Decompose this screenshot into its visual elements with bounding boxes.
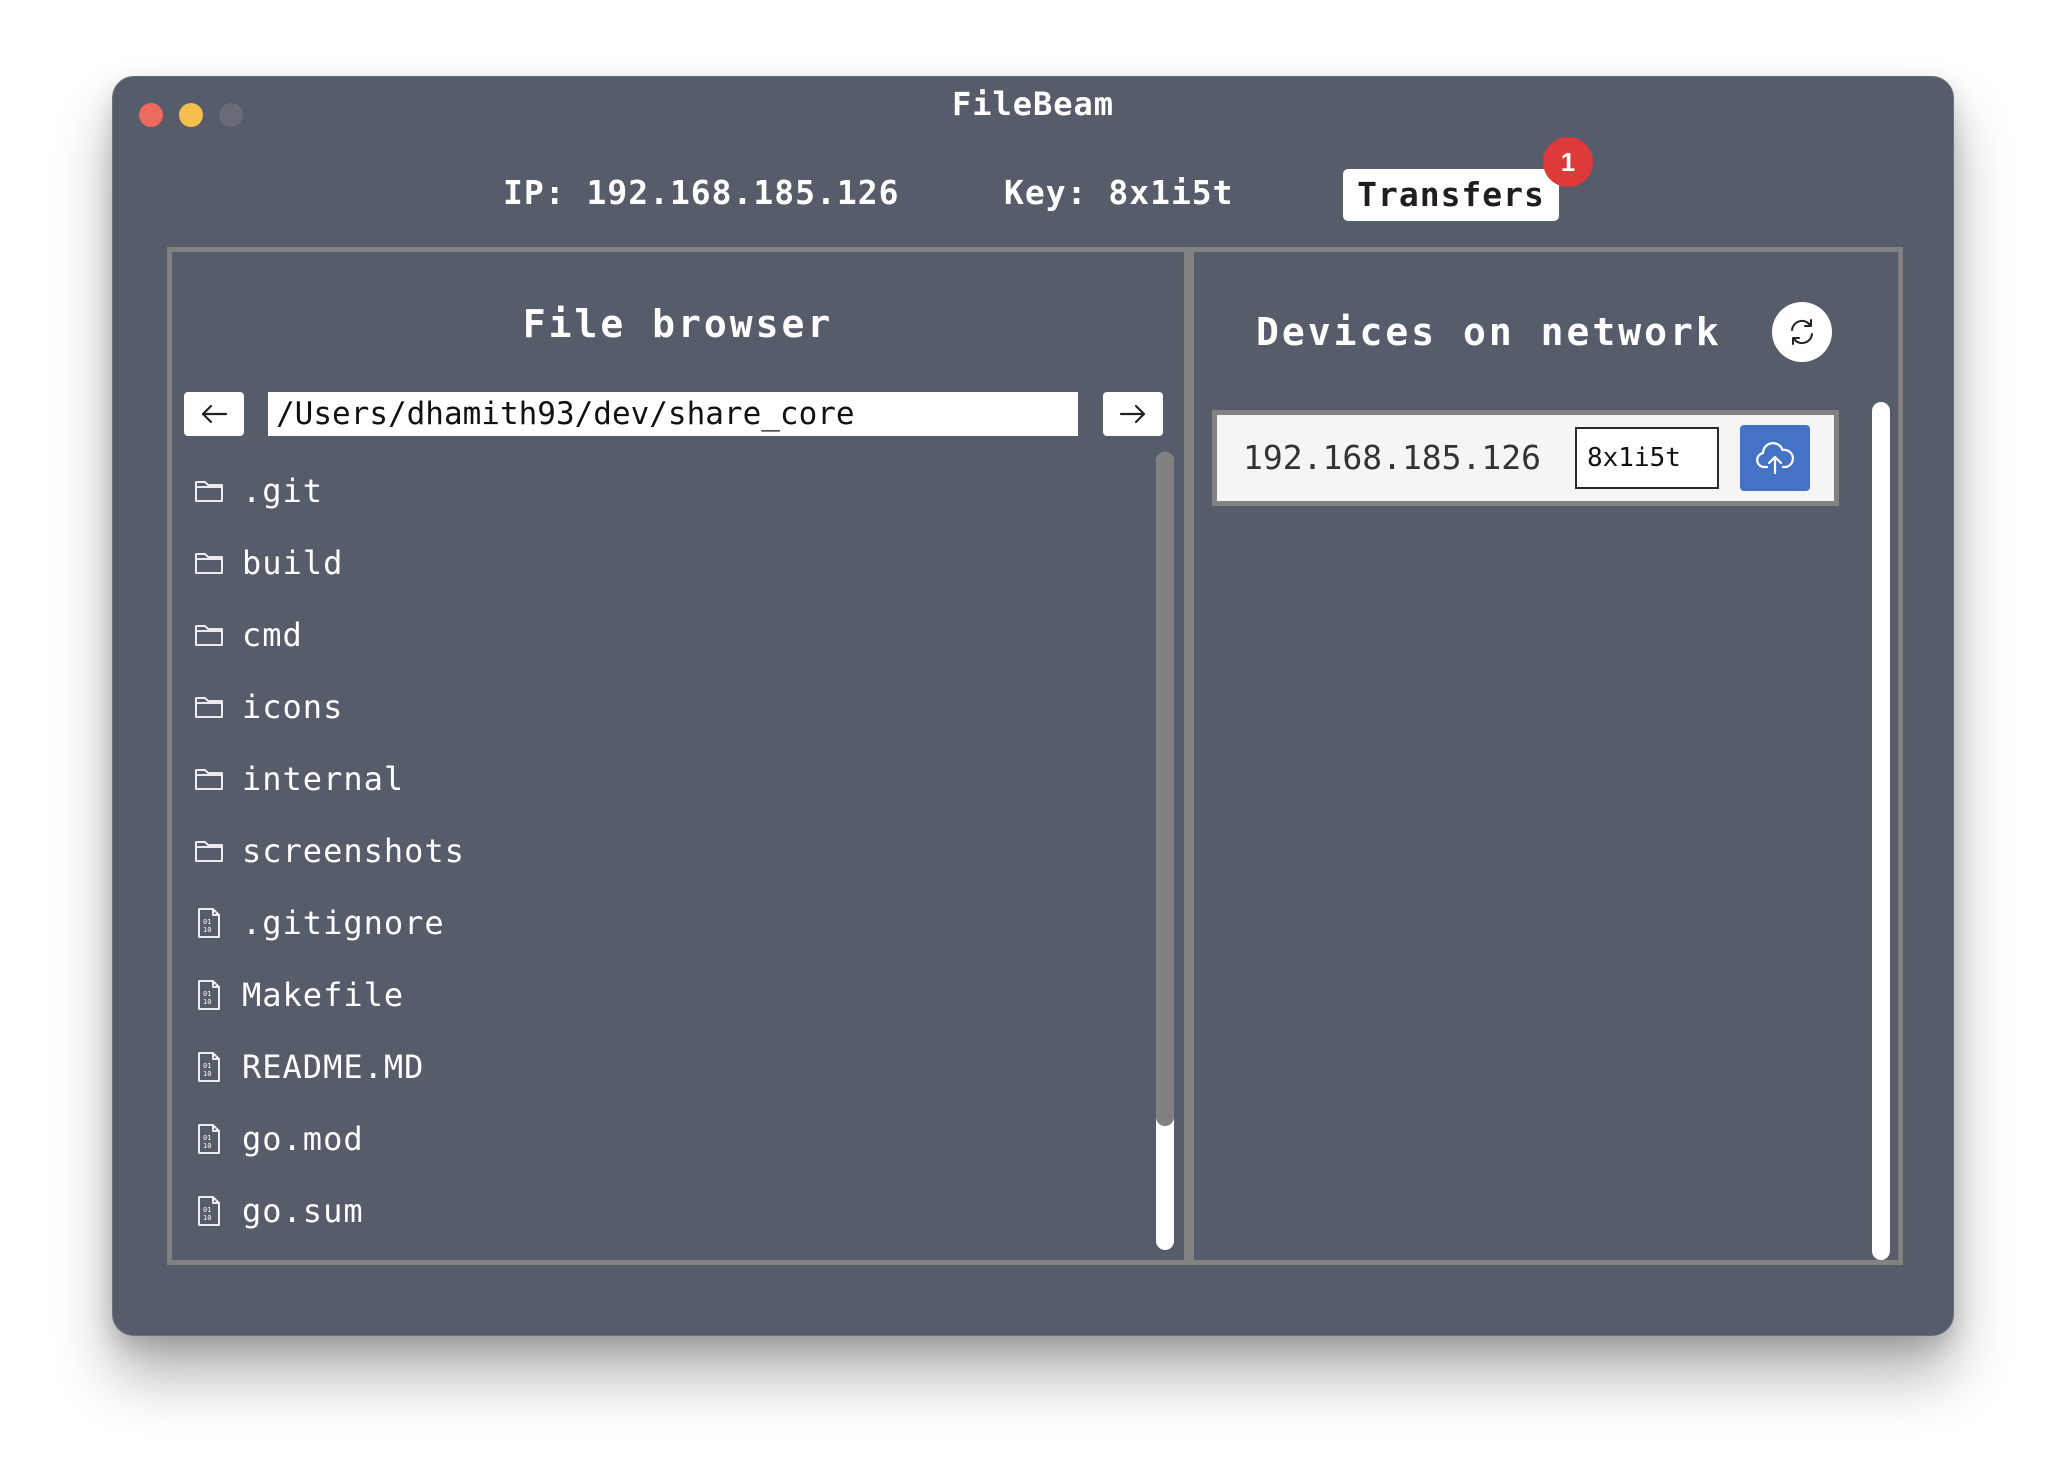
svg-text:10: 10 [203, 1142, 211, 1150]
file-name: .gitignore [242, 904, 445, 942]
file-list-item[interactable]: cmd [192, 599, 912, 671]
file-list-item[interactable]: 01 10 Makefile [192, 959, 912, 1031]
cloud-upload-icon [1756, 442, 1795, 475]
svg-text:10: 10 [203, 1214, 211, 1222]
svg-text:01: 01 [203, 918, 211, 926]
svg-text:01: 01 [203, 1062, 211, 1070]
file-list-scrollbar[interactable] [1156, 452, 1174, 1250]
file-name: build [242, 544, 344, 582]
arrow-right-icon [1119, 404, 1146, 424]
file-list-item[interactable]: 01 10 README.MD [192, 1031, 912, 1103]
file-name: go.sum [242, 1192, 364, 1230]
svg-text:01: 01 [203, 1206, 211, 1214]
arrow-left-icon [201, 404, 228, 424]
folder-icon [192, 690, 226, 724]
devices-panel: Devices on network 192.168.185.126 [1189, 247, 1903, 1265]
binary-file-icon: 01 10 [192, 906, 226, 940]
file-list-item[interactable]: 01 10 .gitignore [192, 887, 912, 959]
file-name: icons [242, 688, 344, 726]
file-list-item[interactable]: .git [192, 455, 912, 527]
ip-address-label: IP: 192.168.185.126 [503, 173, 900, 212]
transfers-button[interactable]: Transfers [1343, 169, 1559, 221]
device-row: 192.168.185.126 [1212, 410, 1839, 506]
svg-text:01: 01 [203, 1134, 211, 1142]
refresh-devices-button[interactable] [1772, 302, 1832, 362]
svg-text:01: 01 [203, 990, 211, 998]
transfers-badge: 1 [1543, 137, 1593, 187]
device-key-input[interactable] [1575, 427, 1719, 489]
file-name: go.mod [242, 1120, 364, 1158]
devices-title: Devices on network [1256, 310, 1722, 354]
file-browser-title: File browser [522, 302, 834, 346]
file-list-item[interactable]: 01 10 go.sum [192, 1175, 912, 1247]
svg-text:10: 10 [203, 926, 211, 934]
file-list-item[interactable]: internal [192, 743, 912, 815]
binary-file-icon: 01 10 [192, 1122, 226, 1156]
file-name: cmd [242, 616, 303, 654]
file-name: README.MD [242, 1048, 425, 1086]
svg-text:10: 10 [203, 998, 211, 1006]
key-label: Key: 8x1i5t [1004, 173, 1234, 212]
forward-button[interactable] [1103, 392, 1163, 436]
svg-text:10: 10 [203, 1070, 211, 1078]
file-name: screenshots [242, 832, 465, 870]
send-file-button[interactable] [1740, 425, 1810, 491]
file-list: .git build cmd icons internal screenshots 01 10… [192, 455, 912, 1247]
window-title: FileBeam [951, 85, 1115, 123]
binary-file-icon: 01 10 [192, 1050, 226, 1084]
devices-scrollbar[interactable] [1872, 402, 1890, 1260]
file-list-item[interactable]: build [192, 527, 912, 599]
device-ip: 192.168.185.126 [1243, 438, 1542, 477]
app-window: FileBeam IP: 192.168.185.126 Key: 8x1i5t… [112, 76, 1954, 1336]
binary-file-icon: 01 10 [192, 1194, 226, 1228]
refresh-icon [1791, 319, 1813, 345]
path-input[interactable] [268, 392, 1078, 436]
file-name: internal [242, 760, 405, 798]
binary-file-icon: 01 10 [192, 978, 226, 1012]
folder-icon [192, 474, 226, 508]
folder-icon [192, 762, 226, 796]
file-list-scroll-thumb[interactable] [1156, 452, 1174, 1126]
file-browser-panel: File browser .git build cmd icons internal sc… [167, 247, 1189, 1265]
file-name: Makefile [242, 976, 405, 1014]
file-list-item[interactable]: screenshots [192, 815, 912, 887]
folder-icon [192, 834, 226, 868]
file-name: .git [242, 472, 324, 510]
file-list-item[interactable]: icons [192, 671, 912, 743]
back-button[interactable] [184, 392, 244, 436]
file-list-item[interactable]: 01 10 go.mod [192, 1103, 912, 1175]
folder-icon [192, 618, 226, 652]
folder-icon [192, 546, 226, 580]
